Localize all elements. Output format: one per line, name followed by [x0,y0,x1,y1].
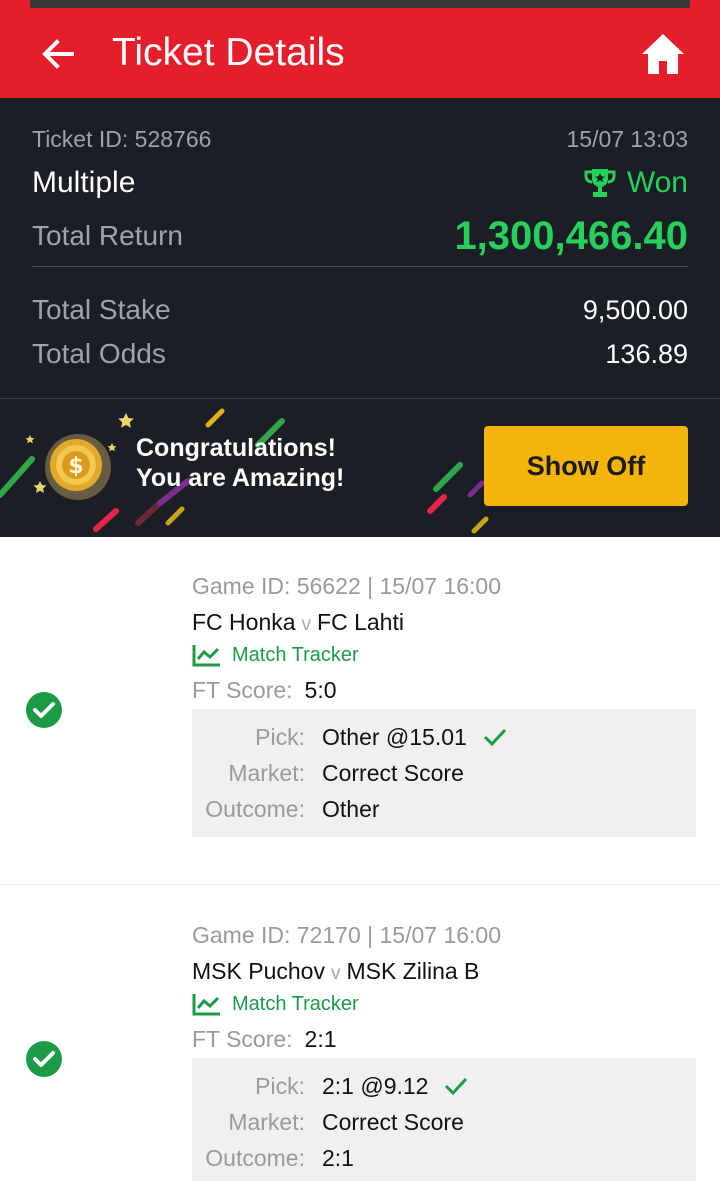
outcome-value: Other [322,796,380,822]
total-return-value: 1,300,466.40 [454,214,688,258]
total-odds-value: 136.89 [605,339,688,369]
congrats-line-1: Congratulations! [136,434,336,462]
congrats-banner: $ Congratulations! You are Amazing! Show… [0,398,720,538]
versus: v [301,614,312,635]
ft-score: FT Score: 5:0 [192,675,337,705]
total-odds-label: Total Odds [32,338,166,369]
ticket-id-row: Ticket ID: 528766 15/07 13:03 [32,124,688,154]
away-team: MSK Zilina B [346,958,480,984]
outcome-label: Outcome: [205,796,305,822]
ticket-type-row: Multiple Won [32,164,688,202]
match-tracker-link[interactable]: Match Tracker [192,641,359,669]
ticket-summary: Ticket ID: 528766 15/07 13:03 Multiple W… [0,98,720,398]
total-stake-label: Total Stake [32,294,171,325]
match-tracker-label: Match Tracker [232,993,359,1015]
success-check-icon [26,1041,62,1077]
ft-score-value: 5:0 [304,677,337,703]
outcome-label: Outcome: [205,1145,305,1171]
status-text: Won [626,166,688,199]
summary-divider [32,266,688,267]
game-teams: MSK Puchov v MSK Zilina B [192,956,479,989]
total-return-label: Total Return [32,220,183,251]
market-value: Correct Score [322,760,464,786]
versus: v [330,963,341,984]
pick-value: Other @15.01 [322,724,467,750]
coin-icon: $ [45,434,111,500]
match-tracker-label: Match Tracker [232,644,359,666]
success-check-icon [26,692,62,728]
page-title: Ticket Details [112,31,345,74]
chart-line-icon [192,645,220,667]
market-label: Market: [228,1109,305,1135]
show-off-button[interactable]: Show Off [484,426,688,506]
status-badge: Won [583,164,688,202]
back-arrow-icon[interactable] [38,34,78,74]
total-stake-value: 9,500.00 [582,295,688,325]
total-stake-row: Total Stake 9,500.00 [32,292,688,328]
total-return-row: Total Return 1,300,466.40 [32,214,688,258]
home-team: FC Honka [192,609,296,635]
ft-score: FT Score: 2:1 [192,1024,337,1054]
outcome-value: 2:1 [322,1145,354,1171]
market-label: Market: [228,760,305,786]
game-meta: Game ID: 56622 | 15/07 16:00 [192,573,502,599]
trophy-icon [584,169,616,197]
congrats-text: Congratulations! You are Amazing! [136,433,344,493]
match-tracker-link[interactable]: Match Tracker [192,990,359,1018]
list-item: Game ID: 56622 | 15/07 16:00 FC Honka v FC… [0,537,720,884]
pick-label: Pick: [255,724,305,750]
ticket-id: Ticket ID: 528766 [32,126,212,152]
congrats-line-2: You are Amazing! [136,464,345,492]
app-bar: Ticket Details [0,8,720,98]
checkmark-icon [483,728,506,747]
ft-score-label: FT Score: [192,1026,293,1052]
pick-value-wrap: 2:1 @9.12 [322,1071,468,1101]
ticket-datetime: 15/07 13:03 [566,126,688,152]
home-icon[interactable] [640,32,686,76]
pick-label: Pick: [255,1073,305,1099]
market-value: Correct Score [322,1109,464,1135]
checkmark-icon [445,1077,468,1096]
svg-text:$: $ [68,454,83,479]
ticket-type: Multiple [32,166,136,199]
pick-details: Pick: 2:1 @9.12 Market: Correct Score Ou… [192,1058,696,1181]
ft-score-value: 2:1 [304,1026,337,1052]
pick-details: Pick: Other @15.01 Market: Correct Score… [192,709,696,837]
away-team: FC Lahti [317,609,404,635]
ft-score-label: FT Score: [192,677,293,703]
chart-line-icon [192,994,220,1016]
home-team: MSK Puchov [192,958,325,984]
game-meta: Game ID: 72170 | 15/07 16:00 [192,922,502,948]
pick-value-wrap: Other @15.01 [322,722,507,752]
pick-value: 2:1 @9.12 [322,1073,429,1099]
game-teams: FC Honka v FC Lahti [192,607,404,640]
total-odds-row: Total Odds 136.89 [32,336,688,372]
list-item: Game ID: 72170 | 15/07 16:00 MSK Puchov v… [0,885,720,1181]
